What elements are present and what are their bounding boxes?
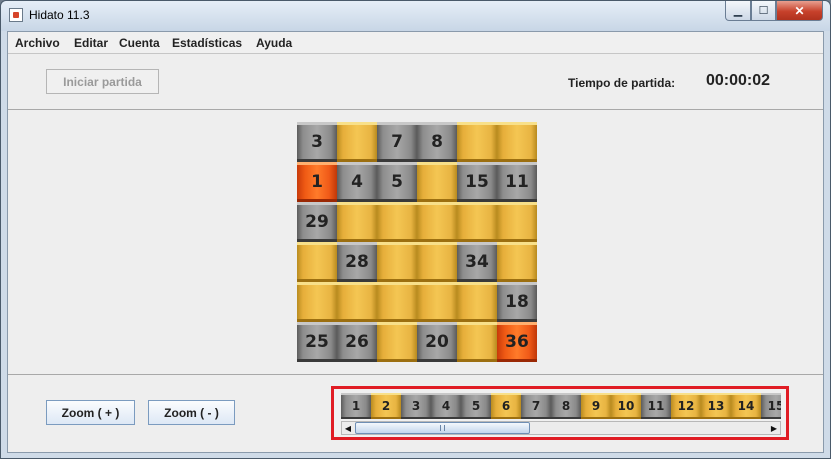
palette-number[interactable]: 7 bbox=[521, 393, 551, 419]
board-cell[interactable] bbox=[457, 122, 497, 162]
palette-number[interactable]: 14 bbox=[731, 393, 761, 419]
board-cell[interactable]: 25 bbox=[297, 322, 337, 362]
palette-number[interactable]: 13 bbox=[701, 393, 731, 419]
board-cell[interactable]: 8 bbox=[417, 122, 457, 162]
board-cell[interactable] bbox=[337, 122, 377, 162]
java-app-icon[interactable] bbox=[9, 8, 23, 22]
close-icon: ✕ bbox=[794, 3, 805, 18]
zoom-out-button[interactable]: Zoom ( - ) bbox=[148, 400, 235, 425]
menu-cuenta[interactable]: Cuenta bbox=[119, 36, 160, 50]
app-window: Hidato 11.3 ▁ ☐ ✕ Archivo Editar Cuenta … bbox=[0, 0, 831, 459]
board-cell[interactable] bbox=[457, 282, 497, 322]
board-cell[interactable]: 18 bbox=[497, 282, 537, 322]
minimize-button[interactable]: ▁ bbox=[725, 1, 751, 21]
zoom-in-button[interactable]: Zoom ( + ) bbox=[46, 400, 135, 425]
palette-number[interactable]: 8 bbox=[551, 393, 581, 419]
game-time-label: Tiempo de partida: bbox=[568, 76, 676, 90]
board-cell[interactable] bbox=[377, 242, 417, 282]
board-cell[interactable]: 20 bbox=[417, 322, 457, 362]
palette-number[interactable]: 2 bbox=[371, 393, 401, 419]
menu-estadisticas[interactable]: Estadísticas bbox=[172, 36, 242, 50]
palette-number[interactable]: 1 bbox=[341, 393, 371, 419]
menu-bar: Archivo Editar Cuenta Estadísticas Ayuda bbox=[8, 32, 823, 53]
minimize-icon: ▁ bbox=[733, 5, 743, 17]
controls-panel: Zoom ( + ) Zoom ( - ) 1 2 3 4 5 6 7 8 9 10 11 12 13 1… bbox=[8, 375, 823, 452]
palette-number[interactable]: 3 bbox=[401, 393, 431, 419]
board-cell[interactable]: 26 bbox=[337, 322, 377, 362]
board-panel: 3 7 8 1 4 5 15 11 29 28 34 18 25 26 20 36 bbox=[8, 110, 823, 375]
board-cell[interactable] bbox=[417, 282, 457, 322]
menu-archivo[interactable]: Archivo bbox=[15, 36, 60, 50]
board-cell[interactable] bbox=[337, 202, 377, 242]
start-game-button[interactable]: Iniciar partida bbox=[46, 69, 159, 94]
board-cell[interactable] bbox=[497, 122, 537, 162]
board-cell[interactable] bbox=[457, 202, 497, 242]
board-cell[interactable] bbox=[337, 282, 377, 322]
palette-number[interactable]: 15 bbox=[761, 393, 781, 419]
scroll-right-arrow-icon[interactable]: ▶ bbox=[768, 422, 780, 434]
board-cell[interactable]: 36 bbox=[497, 322, 537, 362]
scroll-left-arrow-icon[interactable]: ◀ bbox=[342, 422, 354, 434]
client-area: Archivo Editar Cuenta Estadísticas Ayuda… bbox=[7, 31, 824, 453]
palette-number[interactable]: 5 bbox=[461, 393, 491, 419]
game-status-panel: Iniciar partida Tiempo de partida: 00:00… bbox=[8, 53, 823, 110]
palette-tiles: 1 2 3 4 5 6 7 8 9 10 11 12 13 14 15 bbox=[341, 393, 781, 419]
palette-number[interactable]: 6 bbox=[491, 393, 521, 419]
maximize-button[interactable]: ☐ bbox=[751, 1, 776, 21]
game-time-value: 00:00:02 bbox=[706, 72, 771, 89]
board-cell[interactable]: 28 bbox=[337, 242, 377, 282]
palette-number[interactable]: 10 bbox=[611, 393, 641, 419]
palette-number[interactable]: 12 bbox=[671, 393, 701, 419]
palette-number[interactable]: 11 bbox=[641, 393, 671, 419]
palette-number[interactable]: 9 bbox=[581, 393, 611, 419]
board-cell[interactable]: 15 bbox=[457, 162, 497, 202]
board-cell[interactable] bbox=[457, 322, 497, 362]
board-cell[interactable] bbox=[297, 242, 337, 282]
window-title: Hidato 11.3 bbox=[29, 8, 90, 22]
board-cell[interactable] bbox=[377, 202, 417, 242]
board-cell[interactable] bbox=[497, 202, 537, 242]
close-button[interactable]: ✕ bbox=[776, 1, 823, 21]
board-cell[interactable]: 7 bbox=[377, 122, 417, 162]
hidato-board: 3 7 8 1 4 5 15 11 29 28 34 18 25 26 20 36 bbox=[297, 122, 537, 362]
board-cell[interactable]: 34 bbox=[457, 242, 497, 282]
number-palette: 1 2 3 4 5 6 7 8 9 10 11 12 13 14 15 ◀ ▶ bbox=[331, 386, 789, 440]
board-cell[interactable]: 11 bbox=[497, 162, 537, 202]
menu-editar[interactable]: Editar bbox=[74, 36, 108, 50]
board-cell[interactable]: 4 bbox=[337, 162, 377, 202]
board-cell[interactable] bbox=[297, 282, 337, 322]
board-cell[interactable] bbox=[377, 282, 417, 322]
menu-ayuda[interactable]: Ayuda bbox=[256, 36, 292, 50]
board-cell[interactable]: 1 bbox=[297, 162, 337, 202]
board-cell[interactable] bbox=[377, 322, 417, 362]
palette-number[interactable]: 4 bbox=[431, 393, 461, 419]
board-cell[interactable]: 29 bbox=[297, 202, 337, 242]
board-cell[interactable] bbox=[417, 242, 457, 282]
board-cell[interactable] bbox=[417, 202, 457, 242]
title-bar[interactable]: Hidato 11.3 ▁ ☐ ✕ bbox=[1, 1, 830, 31]
board-cell[interactable]: 5 bbox=[377, 162, 417, 202]
grip-icon bbox=[440, 425, 445, 431]
scroll-thumb[interactable] bbox=[355, 422, 530, 434]
board-cell[interactable] bbox=[497, 242, 537, 282]
palette-scrollbar[interactable]: ◀ ▶ bbox=[341, 421, 781, 435]
board-cell[interactable] bbox=[417, 162, 457, 202]
maximize-icon: ☐ bbox=[758, 5, 769, 17]
board-cell[interactable]: 3 bbox=[297, 122, 337, 162]
